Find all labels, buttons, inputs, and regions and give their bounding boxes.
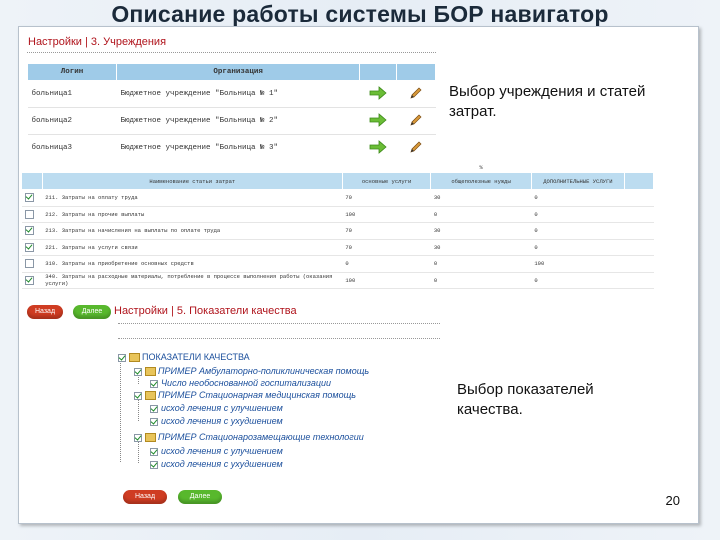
quality-tree: ПОКАЗАТЕЛИ КАЧЕСТВА ПРИМЕР Амбулаторно-п… bbox=[114, 346, 444, 474]
org-cell: Бюджетное учреждение "Больница № 3" bbox=[116, 134, 360, 162]
checkbox[interactable] bbox=[134, 367, 142, 376]
next-button[interactable]: Далее bbox=[178, 490, 222, 504]
value-common[interactable]: 0 bbox=[430, 255, 532, 273]
checkbox[interactable] bbox=[134, 433, 142, 442]
row-checkbox[interactable] bbox=[24, 193, 34, 203]
value-extra[interactable]: 0 bbox=[531, 272, 625, 289]
folder-icon bbox=[145, 391, 156, 401]
col-main: основные услуги bbox=[341, 172, 432, 190]
pct-header: % bbox=[430, 161, 532, 173]
col-cost-name: Наименование статьи затрат bbox=[41, 172, 343, 190]
col-login: Логин bbox=[27, 63, 117, 81]
folder-icon bbox=[129, 353, 140, 363]
col-common: общеполезные нужды bbox=[430, 172, 532, 190]
login-cell: больница3 bbox=[27, 134, 117, 162]
row-checkbox[interactable] bbox=[24, 242, 34, 252]
breadcrumb-institutions[interactable]: Настройки | 3. Учреждения bbox=[28, 36, 166, 48]
checkbox[interactable] bbox=[150, 417, 158, 426]
row-checkbox[interactable] bbox=[24, 259, 34, 269]
cost-items-table: % Наименование статьи затрат основные ус… bbox=[21, 161, 654, 289]
row-checkbox[interactable] bbox=[24, 209, 34, 219]
back-button[interactable]: Назад bbox=[27, 305, 63, 319]
pencil-icon[interactable] bbox=[409, 113, 423, 127]
value-extra[interactable]: 0 bbox=[531, 239, 625, 256]
cost-name: 221. Затраты на услуги связи bbox=[42, 239, 343, 256]
slide-title: Описание работы системы БОР навигатор bbox=[111, 1, 609, 27]
folder-icon bbox=[145, 433, 156, 443]
table-row[interactable]: 221. Затраты на услуги связи 70 30 0 bbox=[21, 239, 654, 256]
table-row[interactable]: больница1 Бюджетное учреждение "Больница… bbox=[27, 80, 436, 108]
page-number: 20 bbox=[665, 493, 680, 508]
cost-name: 211. Затраты на оплату труда bbox=[42, 189, 343, 207]
value-main[interactable]: 100 bbox=[342, 206, 431, 223]
cost-name: 212. Затраты на прочие выплаты bbox=[42, 206, 343, 223]
callout-institutions: Выбор учреждения и статей затрат. bbox=[449, 83, 646, 120]
table-row[interactable]: 212. Затраты на прочие выплаты 100 0 0 bbox=[21, 206, 654, 223]
login-cell: больница2 bbox=[27, 107, 117, 135]
value-common[interactable]: 0 bbox=[430, 272, 532, 289]
tree-node-root[interactable]: ПОКАЗАТЕЛИ КАЧЕСТВА bbox=[118, 352, 250, 363]
table-row[interactable]: больница2 Бюджетное учреждение "Больница… bbox=[27, 107, 436, 135]
checkbox[interactable] bbox=[150, 404, 158, 413]
cost-name: 340. Затраты на расходные материалы, пот… bbox=[42, 272, 343, 289]
arrow-right-icon[interactable] bbox=[369, 139, 387, 154]
table-row[interactable]: 340. Затраты на расходные материалы, пот… bbox=[21, 272, 654, 289]
arrow-right-icon[interactable] bbox=[369, 85, 387, 100]
checkbox[interactable] bbox=[134, 391, 142, 400]
value-main[interactable]: 0 bbox=[342, 255, 431, 273]
col-org: Организация bbox=[115, 63, 361, 81]
divider bbox=[118, 323, 440, 324]
col-action bbox=[359, 63, 397, 81]
login-cell: больница1 bbox=[27, 80, 117, 108]
divider bbox=[27, 52, 436, 53]
checkbox[interactable] bbox=[118, 353, 126, 362]
folder-icon bbox=[145, 367, 156, 377]
cost-items-panel: % Наименование статьи затрат основные ус… bbox=[21, 161, 654, 293]
value-main[interactable]: 70 bbox=[342, 222, 431, 240]
org-cell: Бюджетное учреждение "Больница № 1" bbox=[116, 80, 360, 108]
arrow-right-icon[interactable] bbox=[369, 112, 387, 127]
cost-name: 213. Затраты на начисления на выплаты по… bbox=[42, 222, 343, 240]
value-common[interactable]: 30 bbox=[430, 239, 532, 256]
table-row[interactable]: 213. Затраты на начисления на выплаты по… bbox=[21, 222, 654, 240]
value-main[interactable]: 70 bbox=[342, 239, 431, 256]
pencil-icon[interactable] bbox=[409, 86, 423, 100]
tree-node-day-hospital[interactable]: ПРИМЕР Стационарозамещающие технологии bbox=[134, 432, 364, 443]
tree-node-leaf[interactable]: исход лечения с улучшением bbox=[150, 446, 283, 457]
back-button[interactable]: Назад bbox=[123, 490, 167, 504]
col-edit bbox=[395, 63, 437, 81]
value-extra[interactable]: 0 bbox=[531, 206, 625, 223]
checkbox[interactable] bbox=[150, 379, 158, 388]
row-checkbox[interactable] bbox=[24, 226, 34, 236]
table-row[interactable]: больница3 Бюджетное учреждение "Больница… bbox=[27, 134, 436, 162]
tree-node-leaf[interactable]: исход лечения с улучшением bbox=[150, 403, 283, 414]
tree-node-leaf[interactable]: исход лечения с ухудшением bbox=[150, 416, 283, 427]
row-checkbox[interactable] bbox=[24, 275, 34, 285]
cost-name: 310. Затраты на приобретение основных ср… bbox=[42, 255, 343, 273]
tree-node-leaf[interactable]: исход лечения с ухудшением bbox=[150, 459, 283, 470]
checkbox[interactable] bbox=[150, 460, 158, 469]
next-button[interactable]: Далее bbox=[73, 305, 111, 319]
value-common[interactable]: 30 bbox=[430, 189, 532, 207]
value-main[interactable]: 100 bbox=[342, 272, 431, 289]
callout-quality: Выбор показателей качества. bbox=[457, 381, 594, 418]
breadcrumb-quality[interactable]: Настройки | 5. Показатели качества bbox=[114, 305, 297, 317]
table-row[interactable]: 211. Затраты на оплату труда 70 30 0 bbox=[21, 189, 654, 207]
value-main[interactable]: 70 bbox=[342, 189, 431, 207]
value-extra[interactable]: 0 bbox=[531, 189, 625, 207]
value-common[interactable]: 30 bbox=[430, 222, 532, 240]
table-row[interactable]: 310. Затраты на приобретение основных ср… bbox=[21, 255, 654, 273]
pencil-icon[interactable] bbox=[409, 140, 423, 154]
tree-node-leaf[interactable]: Число необоснованной госпитализации bbox=[150, 378, 331, 389]
value-extra[interactable]: 0 bbox=[531, 222, 625, 240]
tree-node-outpatient[interactable]: ПРИМЕР Амбулаторно-поликлиническая помощ… bbox=[134, 366, 369, 377]
col-extra: ДОПОЛНИТЕЛЬНЫЕ УСЛУГИ bbox=[530, 172, 625, 190]
institutions-table: Логин Организация больница1 Бюджетное уч… bbox=[27, 63, 437, 162]
org-cell: Бюджетное учреждение "Больница № 2" bbox=[116, 107, 360, 135]
checkbox[interactable] bbox=[150, 447, 158, 456]
divider bbox=[118, 338, 440, 339]
value-common[interactable]: 0 bbox=[430, 206, 532, 223]
tree-node-inpatient[interactable]: ПРИМЕР Стационарная медицинская помощь bbox=[134, 390, 356, 401]
value-extra[interactable]: 100 bbox=[531, 255, 625, 273]
